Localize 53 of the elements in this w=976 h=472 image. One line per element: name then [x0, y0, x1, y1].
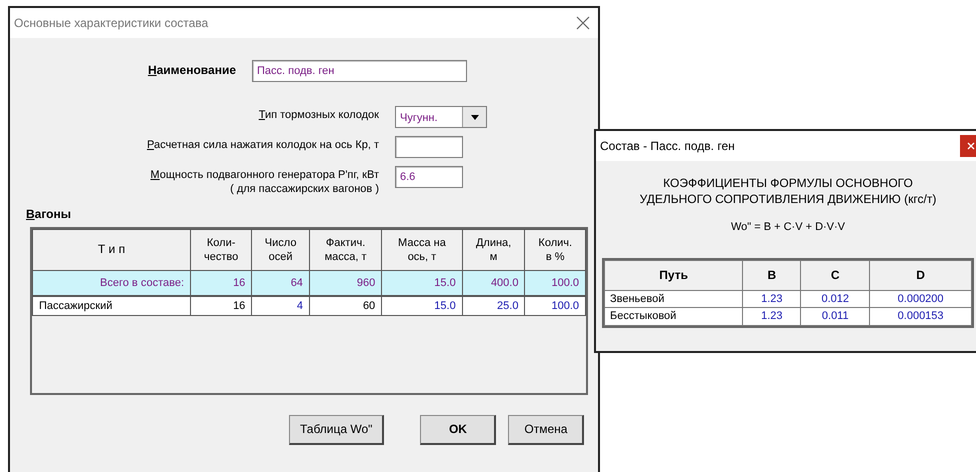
dropdown[interactable]: Чугунн.	[395, 106, 487, 128]
field-label: Мощность подвагонного генератора P'пг, кВт	[149, 169, 379, 183]
table-cell: 960	[309, 270, 382, 296]
table-cell: 0.012	[800, 290, 870, 308]
formula-text: Wo" = B + C·V + D·V·V	[730, 220, 846, 236]
column-header: D	[870, 260, 972, 290]
column-header: Длина, м	[462, 229, 525, 271]
section-title: Вагоны	[26, 206, 72, 222]
table-cell: 15.0	[382, 270, 462, 296]
field-note: ( для пассажирских вагонов )	[229, 182, 379, 196]
field-label: Расчетная сила нажатия колодок на ось Кр, т	[146, 139, 379, 153]
table-cell: Звеньевой	[604, 290, 743, 308]
name-field[interactable]: Пасс. подв. ген	[252, 60, 467, 82]
table-cell: Всего в составе:	[32, 270, 190, 296]
table-cell: 15.0	[382, 296, 462, 316]
column-header: Колич. в %	[524, 229, 586, 271]
column-header: Масса на ось, т	[382, 229, 462, 271]
number-field[interactable]: 6.6	[395, 166, 463, 188]
table-cell: 25.0	[462, 296, 525, 316]
column-header: Т и п	[32, 229, 190, 271]
dialog-button[interactable]: Отмена	[508, 414, 584, 444]
table-cell: 1.23	[742, 308, 801, 326]
column-header: C	[800, 260, 870, 290]
table-cell: 4	[252, 296, 310, 316]
table-cell: 16	[190, 296, 252, 316]
field-label: Тип тормозных колодок	[258, 109, 379, 123]
column-header: Коли- чество	[190, 229, 252, 271]
column-header: Число осей	[252, 229, 310, 271]
table-cell: 0.011	[800, 308, 870, 326]
table-cell: 0.000153	[870, 308, 972, 326]
table-cell: 60	[309, 296, 382, 316]
number-field[interactable]	[395, 136, 463, 158]
dialog-button[interactable]: Таблица Wo"	[289, 414, 384, 444]
table-cell: Бесстыковой	[604, 308, 743, 326]
table-cell: 400.0	[462, 270, 525, 296]
window-title: Основные характеристики состава	[14, 15, 208, 32]
close-button[interactable]	[960, 135, 976, 157]
table-cell: 0.000200	[870, 290, 972, 308]
column-header: Путь	[604, 260, 743, 290]
close-icon[interactable]	[576, 16, 590, 30]
dialog-button[interactable]: OK	[420, 414, 496, 444]
heading-text: КОЭФФИЦИЕНТЫ ФОРМУЛЫ ОСНОВНОГО УДЕЛЬНОГО СОПРОТИВЛЕНИЯ ДВИЖЕНИЮ (кгс/т)	[638, 175, 938, 208]
caret-icon	[470, 114, 478, 120]
table-cell: 16	[190, 270, 252, 296]
table-cell: 100.0	[524, 270, 586, 296]
column-header: Фактич. масса, т	[309, 229, 382, 271]
field-label: Наименование	[146, 63, 236, 78]
table-cell: 64	[252, 270, 310, 296]
table-cell: 100.0	[524, 296, 586, 316]
table-cell: 1.23	[742, 290, 801, 308]
column-header: B	[742, 260, 801, 290]
window-title: Состав - Пасс. подв. ген	[600, 138, 735, 155]
table-cell: Пассажирский	[32, 296, 190, 316]
